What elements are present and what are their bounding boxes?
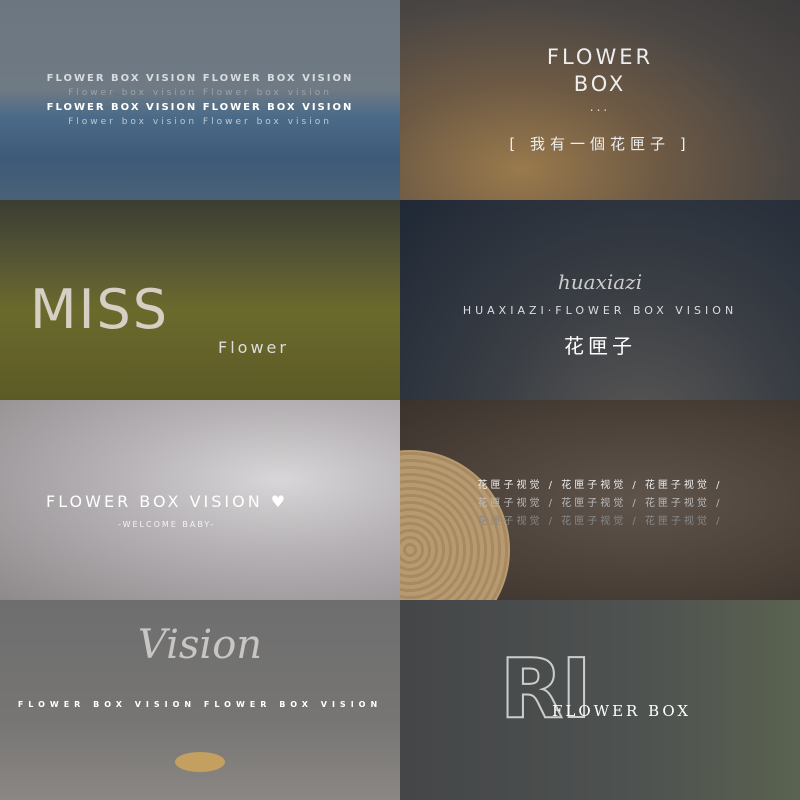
tile-cat-yarn[interactable]: FLOWER BOX VISION ♥ -WELCOME BABY- [0, 400, 400, 600]
text-line: FLOWER BOX VISION FLOWER BOX VISION [46, 73, 354, 84]
text-line: HUAXIAZI·FLOWER BOX VISION [462, 304, 738, 317]
tile-sunset[interactable]: FLOWER BOX ... [ 我有一個花匣子 ] [400, 0, 800, 200]
title: FLOWER [546, 45, 654, 69]
text-line: Flower box vision Flower box vision [68, 88, 332, 98]
tile-rainbow[interactable]: huaxiazi HUAXIAZI·FLOWER BOX VISION 花匣子 [400, 200, 800, 400]
text-row: 花匣子视觉 / 花匣子视觉 / 花匣子视觉 / [477, 516, 723, 527]
subtitle: [ 我有一個花匣子 ] [509, 135, 691, 153]
straw-hat [175, 752, 225, 772]
chinese-text: 花匣子 [564, 334, 636, 358]
image-grid: FLOWER BOX VISION FLOWER BOX VISION Flow… [0, 0, 800, 800]
tile-ocean[interactable]: FLOWER BOX VISION FLOWER BOX VISION Flow… [0, 0, 400, 200]
tile-wood-reel[interactable]: 花匣子视觉 / 花匣子视觉 / 花匣子视觉 / 花匣子视觉 / 花匣子视觉 / … [400, 400, 800, 600]
text-line: FLOWER BOX VISION FLOWER BOX VISION [17, 700, 383, 709]
word: Flower [218, 338, 289, 357]
title: BOX [573, 72, 627, 96]
tile-window[interactable]: RI FLOWER BOX [400, 600, 800, 800]
title-text: FLOWER BOX VISION [46, 492, 263, 511]
text-row: 花匣子视觉 / 花匣子视觉 / 花匣子视觉 / [477, 480, 723, 491]
miss-logo: MISS [30, 278, 170, 341]
dots: ... [589, 100, 611, 114]
heart-icon: ♥ [270, 492, 289, 511]
text-row: 花匣子视觉 / 花匣子视觉 / 花匣子视觉 / [477, 498, 723, 509]
text-line: Flower box vision Flower box vision [68, 117, 332, 127]
script-text: huaxiazi [557, 270, 643, 294]
text-line: FLOWER BOX VISION FLOWER BOX VISION [46, 102, 354, 113]
tile-girl-sky[interactable]: Vision FLOWER BOX VISION FLOWER BOX VISI… [0, 600, 400, 800]
tile-dog-grass[interactable]: MISS Flower [0, 200, 400, 400]
word: FLOWER BOX [552, 702, 692, 720]
script-text: Vision [137, 622, 263, 668]
title: FLOWER BOX VISION ♥ [46, 492, 288, 511]
subtitle: -WELCOME BABY- [118, 520, 216, 529]
ri-logo: RI [499, 641, 593, 738]
